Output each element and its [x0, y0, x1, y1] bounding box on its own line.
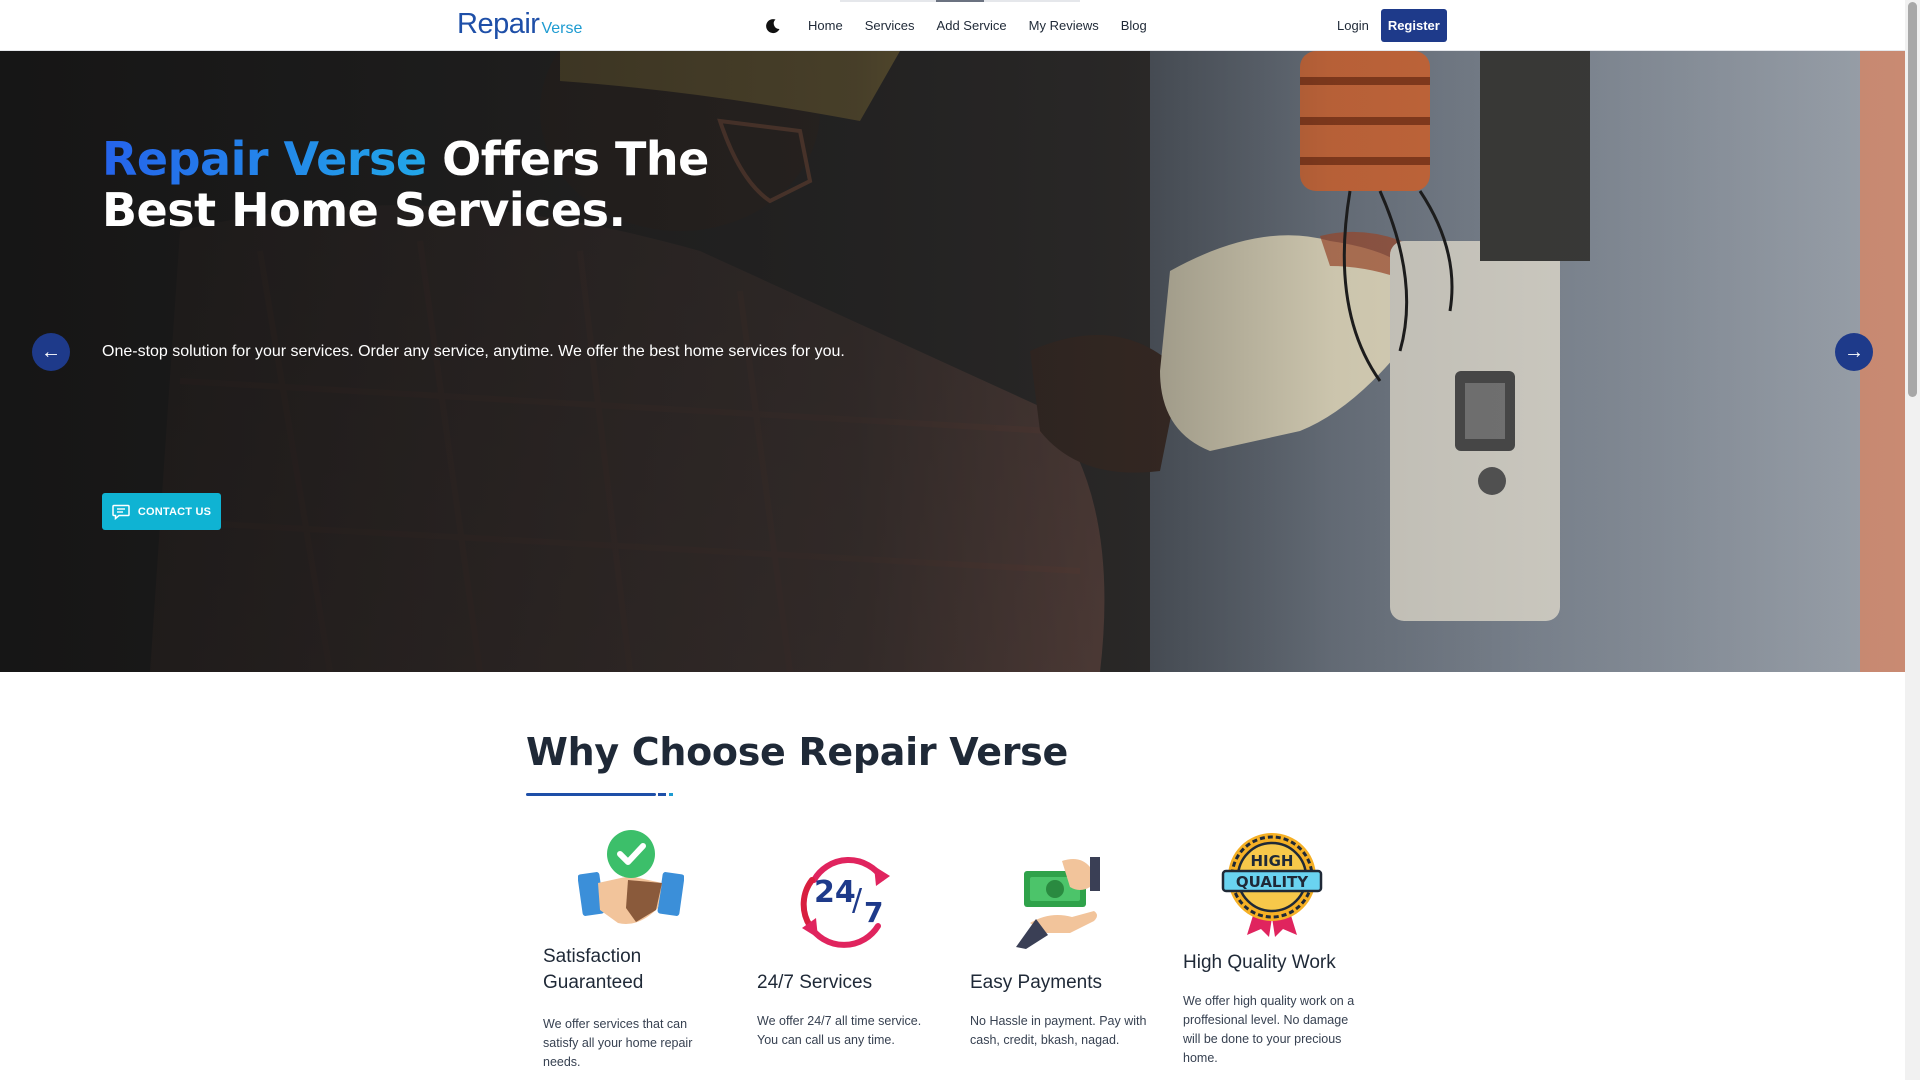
svg-text:/: /: [852, 883, 863, 918]
moon-icon[interactable]: [763, 16, 783, 36]
chat-icon: [112, 504, 130, 520]
title-underline-dot: [658, 793, 666, 796]
feature-text: We offer high quality work on a proffesi…: [1183, 994, 1355, 1065]
hero-title-brand: Repair Verse: [102, 132, 427, 186]
hero-subtitle: One-stop solution for your services. Ord…: [102, 343, 845, 360]
navbar: Repair Verse Home Services Add Service M…: [0, 0, 1905, 51]
contact-us-button[interactable]: CONTACT US: [102, 493, 221, 530]
feature-text: We offer services that can satisfy all y…: [543, 1017, 693, 1069]
handshake-check-icon: [578, 830, 684, 924]
feature-card-24-7: 24 / 7 24/7 Services We offer 24/7 all t…: [757, 848, 957, 1078]
feature-title: High Quality Work: [1183, 952, 1336, 973]
feature-title: 24/7 Services: [757, 972, 873, 993]
title-underline-dot: [669, 793, 673, 796]
logo-main-text: Repair: [457, 8, 540, 40]
feature-text: We offer 24/7 all time service. You can …: [757, 1014, 922, 1047]
nav-link-blog[interactable]: Blog: [1110, 18, 1158, 33]
auth-actions: Login Register: [1325, 9, 1447, 42]
carousel-next-button[interactable]: →: [1835, 333, 1873, 371]
badge-text-quality: QUALITY: [1236, 873, 1309, 891]
contact-us-label: CONTACT US: [137, 505, 212, 518]
nav-link-home[interactable]: Home: [797, 18, 854, 33]
hero-carousel: Repair Verse Offers The Best Home Servic…: [0, 51, 1905, 672]
24-7-icon: 24 / 7: [800, 857, 890, 948]
nav-link-services[interactable]: Services: [854, 18, 926, 33]
page-scrollbar[interactable]: [1905, 0, 1920, 1080]
nav-link-my-reviews[interactable]: My Reviews: [1018, 18, 1110, 33]
site-logo[interactable]: Repair Verse: [457, 8, 582, 44]
nav-links: Home Services Add Service My Reviews Blo…: [797, 0, 1158, 51]
register-button[interactable]: Register: [1380, 9, 1447, 42]
title-underline: [526, 793, 656, 796]
carousel-prev-button[interactable]: ←: [32, 333, 70, 371]
feature-card-satisfaction: Satisfaction Guaranteed We offer service…: [543, 825, 743, 1075]
why-section-title: Why Choose Repair Verse: [526, 730, 1068, 774]
badge-text-high: HIGH: [1250, 852, 1293, 870]
logo-sub-text: Verse: [541, 20, 583, 37]
feature-title: Easy Payments: [970, 972, 1102, 993]
hero-title: Repair Verse Offers The Best Home Servic…: [102, 134, 822, 236]
feature-text: No Hassle in payment. Pay with cash, cre…: [970, 1014, 1147, 1047]
svg-text:24: 24: [814, 875, 856, 910]
feature-title: Satisfaction Guaranteed: [543, 946, 644, 993]
svg-text:7: 7: [864, 896, 883, 929]
feature-card-high-quality: HIGH QUALITY High Quality Work We offer …: [1183, 828, 1383, 1078]
nav-link-add-service[interactable]: Add Service: [926, 18, 1018, 33]
arrow-right-icon: →: [1844, 340, 1864, 363]
arrow-left-icon: ←: [41, 340, 61, 363]
login-button[interactable]: Login: [1325, 9, 1381, 42]
feature-card-easy-payments: Easy Payments No Hassle in payment. Pay …: [970, 848, 1170, 1078]
payment-hand-icon: [1016, 857, 1100, 949]
high-quality-badge-icon: HIGH QUALITY: [1221, 833, 1323, 937]
scrollbar-thumb[interactable]: [1908, 2, 1917, 397]
